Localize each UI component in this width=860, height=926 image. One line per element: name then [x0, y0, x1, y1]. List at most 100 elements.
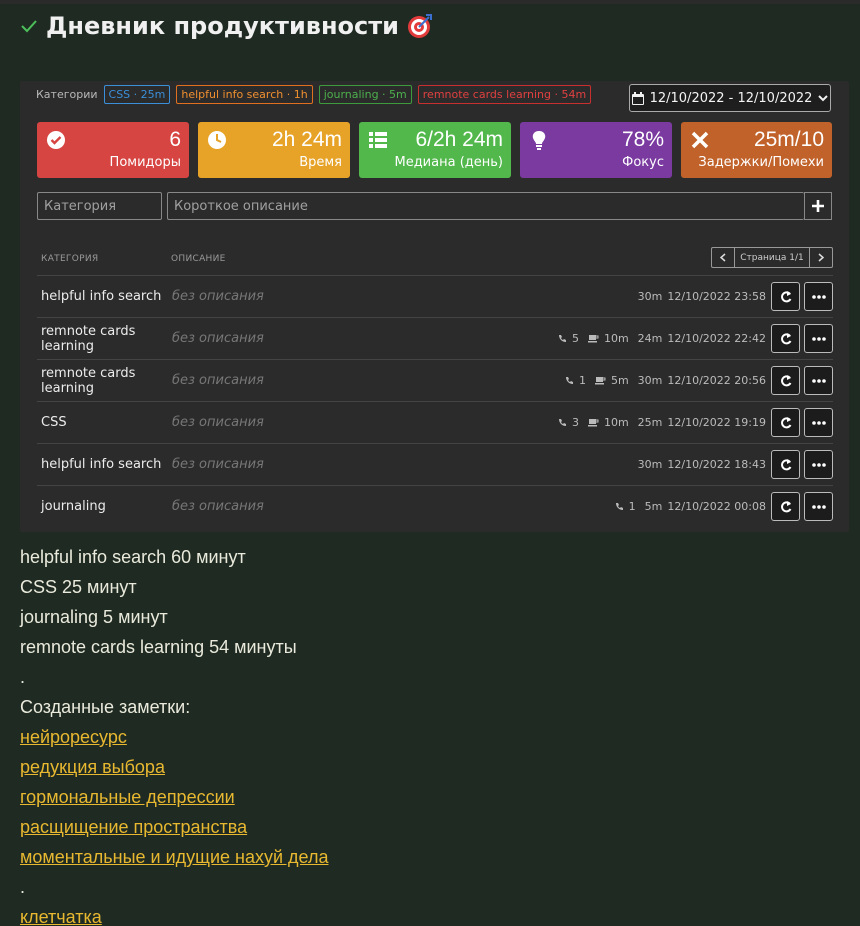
table-row: helpful info search без описания 30m 12/…	[37, 275, 833, 317]
close-x-icon	[691, 131, 709, 149]
categories-label: Категории	[36, 88, 98, 101]
row-description: без описания	[172, 457, 264, 472]
more-options-button[interactable]	[804, 408, 833, 437]
chevron-down-icon	[818, 95, 829, 102]
category-input[interactable]	[37, 192, 162, 220]
row-duration: 30m	[637, 458, 663, 471]
chevron-right-icon	[818, 253, 824, 262]
row-meta: 30m 12/10/2022 23:58	[638, 276, 766, 317]
more-options-button[interactable]	[804, 366, 833, 395]
row-description: без описания	[172, 373, 264, 388]
phone-icon	[615, 503, 623, 510]
next-page-button[interactable]	[809, 248, 832, 267]
page-title: Дневник продуктивности	[46, 12, 399, 40]
stat-focus: 78% Фокус	[520, 122, 672, 178]
note-link[interactable]: клетчатка	[20, 902, 328, 926]
date-range-picker[interactable]: 12/10/2022 - 12/10/2022	[629, 84, 831, 112]
restart-button[interactable]	[771, 366, 800, 395]
ellipsis-icon	[811, 420, 826, 425]
stat-delays: 25m/10 Задержки/Помехи	[681, 122, 832, 178]
more-options-button[interactable]	[804, 282, 833, 311]
row-duration: 25m	[637, 416, 663, 429]
check-circle-icon	[47, 131, 65, 149]
restart-button[interactable]	[771, 492, 800, 521]
stat-median-value: 6/2h 24m	[415, 128, 503, 151]
row-duration: 5m	[644, 500, 663, 513]
note-link[interactable]: гормональные депрессии	[20, 782, 328, 812]
category-chip-css[interactable]: CSS · 25m	[103, 85, 171, 104]
calendar-icon	[631, 91, 644, 105]
phone-icon	[565, 377, 573, 384]
row-meta: 5 10m 24m 12/10/2022 22:42	[558, 318, 766, 359]
prev-page-button[interactable]	[712, 248, 735, 267]
target-dart-icon	[407, 14, 432, 38]
date-range-text: 12/10/2022 - 12/10/2022	[649, 90, 813, 106]
pagination: Страница 1/1	[711, 247, 833, 268]
note-link[interactable]: редукция выбора	[20, 752, 328, 782]
pomodoro-widget: Категории CSS · 25m helpful info search …	[20, 81, 849, 532]
table-row: CSS без описания 3 10m 25m 12/10/2022 19…	[37, 401, 833, 443]
row-meta: 30m 12/10/2022 18:43	[638, 444, 766, 485]
table-row: remnote cards learning без описания 1 5m…	[37, 359, 833, 401]
notes-heading: Созданные заметки:	[20, 697, 191, 717]
redo-icon	[780, 332, 791, 344]
row-calls: 1	[565, 374, 586, 387]
more-options-button[interactable]	[804, 324, 833, 353]
row-description: без описания	[172, 499, 264, 514]
description-input[interactable]	[167, 192, 804, 220]
stat-delays-value: 25m/10	[753, 128, 824, 151]
summary-line: helpful info search 60 минут	[20, 547, 246, 567]
category-chip-helpful-info-search[interactable]: helpful info search · 1h	[176, 85, 313, 104]
coffee-icon	[587, 335, 599, 343]
category-chip-journaling[interactable]: journaling · 5m	[318, 85, 412, 104]
coffee-icon	[594, 377, 606, 385]
redo-icon	[780, 500, 791, 512]
ellipsis-icon	[811, 336, 826, 341]
row-datetime: 12/10/2022 18:43	[667, 458, 766, 471]
restart-button[interactable]	[771, 282, 800, 311]
stat-time-label: Время	[299, 155, 342, 170]
note-link[interactable]: моментальные и идущие нахуй дела	[20, 842, 328, 872]
restart-button[interactable]	[771, 408, 800, 437]
row-category: journaling	[41, 499, 106, 514]
more-options-button[interactable]	[804, 492, 833, 521]
restart-button[interactable]	[771, 450, 800, 479]
stat-time-value: 2h 24m	[271, 128, 342, 151]
note-link[interactable]: расщищение пространства	[20, 812, 328, 842]
category-chip-remnote[interactable]: remnote cards learning · 54m	[417, 85, 592, 104]
page-indicator: Страница 1/1	[740, 252, 804, 263]
page-title-row: Дневник продуктивности	[20, 12, 433, 40]
category-filter-row: Категории CSS · 25m helpful info search …	[36, 85, 592, 104]
row-description: без описания	[172, 331, 264, 346]
lightbulb-icon	[532, 131, 546, 150]
phone-icon	[558, 419, 566, 426]
summary-line: CSS 25 минут	[20, 577, 137, 597]
plus-icon	[812, 200, 824, 212]
row-calls: 5	[558, 332, 579, 345]
stat-pomodoros-value: 6	[169, 128, 181, 151]
row-category: CSS	[41, 415, 67, 430]
page: Дневник продуктивности Категории CSS · 2…	[0, 4, 860, 926]
add-entry-button[interactable]	[804, 192, 832, 220]
redo-icon	[780, 458, 791, 470]
notes-section: helpful info search 60 минут CSS 25 мину…	[20, 542, 328, 926]
row-category: remnote cards learning	[41, 323, 136, 354]
coffee-icon	[587, 419, 599, 427]
session-table: helpful info search без описания 30m 12/…	[37, 275, 833, 527]
row-duration: 24m	[637, 332, 663, 345]
row-datetime: 12/10/2022 22:42	[667, 332, 766, 345]
row-datetime: 12/10/2022 19:19	[667, 416, 766, 429]
row-datetime: 12/10/2022 00:08	[667, 500, 766, 513]
row-duration: 30m	[637, 374, 663, 387]
note-link[interactable]: нейроресурс	[20, 722, 328, 752]
ellipsis-icon	[811, 462, 826, 467]
summary-line: journaling 5 минут	[20, 607, 168, 627]
column-header-category: КАТЕГОРИЯ	[41, 254, 99, 264]
summary-line: remnote cards learning 54 минуты	[20, 637, 297, 657]
row-calls: 3	[558, 416, 579, 429]
restart-button[interactable]	[771, 324, 800, 353]
clock-icon	[208, 131, 226, 149]
more-options-button[interactable]	[804, 450, 833, 479]
row-meta: 1 5m 30m 12/10/2022 20:56	[565, 360, 766, 401]
stat-median: 6/2h 24m Медиана (день)	[359, 122, 511, 178]
